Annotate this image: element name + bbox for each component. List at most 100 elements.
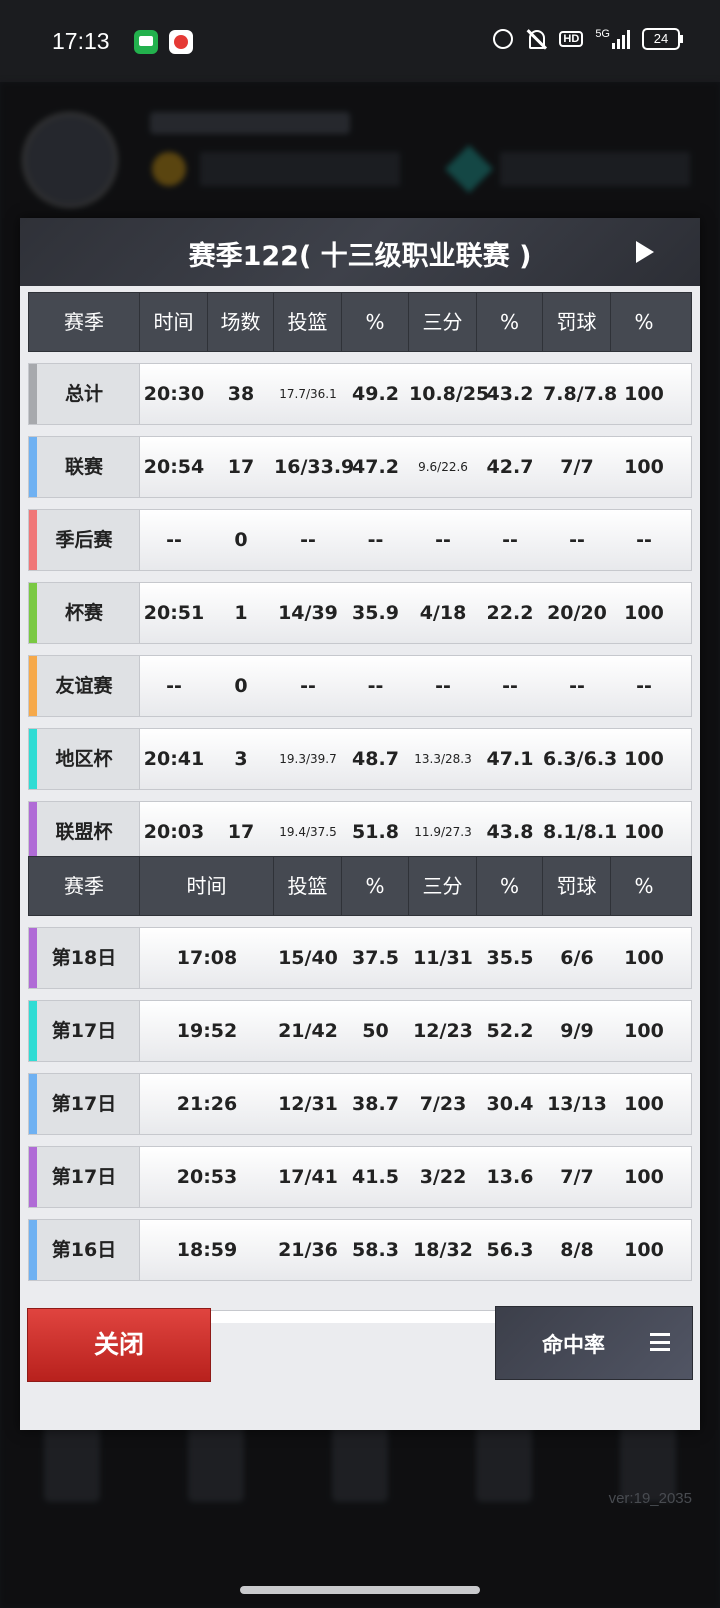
ft-cell: 7/7 [560, 456, 594, 478]
game-row[interactable]: 第16日 18:59 21/36 58.3 18/32 56.3 8/8 100 [28, 1219, 692, 1281]
three-pct-cell: 52.2 [486, 1020, 534, 1042]
ft-cell: 20/20 [547, 602, 607, 624]
three-cell: 11.9/27.3 [414, 825, 472, 839]
ft-pct-cell: 100 [624, 1166, 664, 1188]
games-cell: 0 [234, 675, 248, 697]
three-pct-cell: 35.5 [486, 947, 534, 969]
time-cell: 20:30 [143, 383, 205, 405]
three-pct-cell: 30.4 [486, 1093, 534, 1115]
row-color-stripe [29, 729, 37, 789]
fg-pct-cell: 38.7 [352, 1093, 399, 1115]
network-type: 5G [595, 28, 610, 40]
time-cell: 20:53 [176, 1166, 238, 1188]
ft-cell: 8.1/8.1 [543, 821, 618, 843]
ft-pct-cell: -- [636, 529, 652, 551]
header-cell: % [342, 293, 409, 351]
row-color-stripe [29, 1220, 37, 1280]
fg-pct-cell: 35.9 [352, 602, 399, 624]
row-label: 季后赛 [29, 510, 140, 570]
ft-pct-cell: 100 [624, 1239, 664, 1261]
fg-pct-cell: 41.5 [352, 1166, 399, 1188]
ft-cell: -- [569, 529, 585, 551]
ft-pct-cell: 100 [624, 821, 664, 843]
three-pct-cell: 22.2 [486, 602, 534, 624]
row-color-stripe [29, 1147, 37, 1207]
season-stats-modal: 赛季122( 十三级职业联赛 ) 赛季 时间 场数 投篮 % 三分 % 罚球 %… [20, 218, 700, 1430]
home-indicator[interactable] [240, 1586, 480, 1594]
fg-pct-cell: 58.3 [352, 1239, 399, 1261]
summary-row[interactable]: 季后赛 -- 0 -- -- -- -- -- -- [28, 509, 692, 571]
row-color-stripe [29, 437, 37, 497]
header-cell: 时间 [140, 857, 274, 915]
row-label: 杯赛 [29, 583, 140, 643]
fg-cell: 19.3/39.7 [279, 752, 337, 766]
summary-row[interactable]: 联赛 20:54 17 16/33.9 47.2 9.6/22.6 42.7 7/7 100 [28, 436, 692, 498]
row-color-stripe [29, 510, 37, 570]
three-cell: 9.6/22.6 [418, 460, 468, 474]
fg-pct-cell: 47.2 [352, 456, 399, 478]
summary-row[interactable]: 杯赛 20:51 1 14/39 35.9 4/18 22.2 20/20 100 [28, 582, 692, 644]
menu-icon [650, 1333, 670, 1351]
header-cell: 投篮 [274, 857, 342, 915]
time-cell: 19:52 [176, 1020, 238, 1042]
header-cell: % [342, 857, 409, 915]
row-color-stripe [29, 583, 37, 643]
hit-rate-button[interactable]: 命中率 [495, 1306, 693, 1380]
game-row[interactable]: 第18日 17:08 15/40 37.5 11/31 35.5 6/6 100 [28, 927, 692, 989]
header-cell: 三分 [409, 293, 477, 351]
row-label: 地区杯 [29, 729, 140, 789]
play-icon[interactable] [636, 241, 654, 263]
time-cell: 20:41 [143, 748, 205, 770]
ft-pct-cell: 100 [624, 947, 664, 969]
three-cell: 12/23 [413, 1020, 473, 1042]
row-color-stripe [29, 928, 37, 988]
ft-cell: -- [569, 675, 585, 697]
alarm-icon [493, 29, 514, 49]
summary-row[interactable]: 友谊赛 -- 0 -- -- -- -- -- -- [28, 655, 692, 717]
game-row[interactable]: 第17日 21:26 12/31 38.7 7/23 30.4 13/13 100 [28, 1073, 692, 1135]
game-day: 第17日 [29, 1074, 140, 1134]
three-pct-cell: 43.8 [486, 821, 534, 843]
row-color-stripe [29, 1001, 37, 1061]
fg-cell: -- [300, 675, 316, 697]
row-color-stripe [29, 656, 37, 716]
header-cell: % [477, 857, 543, 915]
games-cell: 3 [234, 748, 248, 770]
time-cell: 18:59 [176, 1239, 238, 1261]
game-row[interactable]: 第17日 20:53 17/41 41.5 3/22 13.6 7/7 100 [28, 1146, 692, 1208]
ft-cell: 6.3/6.3 [543, 748, 618, 770]
hd-icon: HD [559, 31, 584, 47]
three-cell: 13.3/28.3 [414, 752, 472, 766]
summary-row[interactable]: 联盟杯 20:03 17 19.4/37.5 51.8 11.9/27.3 43.8 8.1/… [28, 801, 692, 863]
close-button[interactable]: 关闭 [27, 1308, 211, 1382]
three-pct-cell: -- [502, 675, 518, 697]
three-cell: 3/22 [419, 1166, 467, 1188]
battery-icon: 24 [642, 28, 683, 50]
ft-cell: 7/7 [560, 1166, 594, 1188]
game-day: 第16日 [29, 1220, 140, 1280]
three-pct-cell: 13.6 [486, 1166, 534, 1188]
time-cell: 20:03 [143, 821, 205, 843]
three-cell: 11/31 [413, 947, 473, 969]
summary-row[interactable]: 地区杯 20:41 3 19.3/39.7 48.7 13.3/28.3 47.1 6.3/6… [28, 728, 692, 790]
fg-pct-cell: 50 [362, 1020, 389, 1042]
ft-cell: 8/8 [560, 1239, 594, 1261]
header-cell: % [634, 310, 654, 334]
three-pct-cell: 47.1 [486, 748, 534, 770]
fg-cell: 21/36 [278, 1239, 338, 1261]
row-color-stripe [29, 364, 37, 424]
row-label: 总计 [29, 364, 140, 424]
summary-row[interactable]: 总计 20:30 38 17.7/36.1 49.2 10.8/25 43.2 7.8/7.8… [28, 363, 692, 425]
ft-pct-cell: -- [636, 675, 652, 697]
time-cell: 20:51 [143, 602, 205, 624]
summary-header-row: 赛季 时间 场数 投篮 % 三分 % 罚球 % [28, 292, 692, 352]
header-cell: 场数 [208, 293, 274, 351]
status-icons: HD 5G 24 [493, 28, 683, 50]
ft-pct-cell: 100 [624, 456, 664, 478]
three-pct-cell: 42.7 [486, 456, 534, 478]
chat-app-icon [134, 30, 158, 54]
fg-pct-cell: 49.2 [352, 383, 399, 405]
game-row[interactable]: 第17日 19:52 21/42 50 12/23 52.2 9/9 100 [28, 1000, 692, 1062]
fg-cell: 15/40 [278, 947, 338, 969]
ft-pct-cell: 100 [624, 1020, 664, 1042]
